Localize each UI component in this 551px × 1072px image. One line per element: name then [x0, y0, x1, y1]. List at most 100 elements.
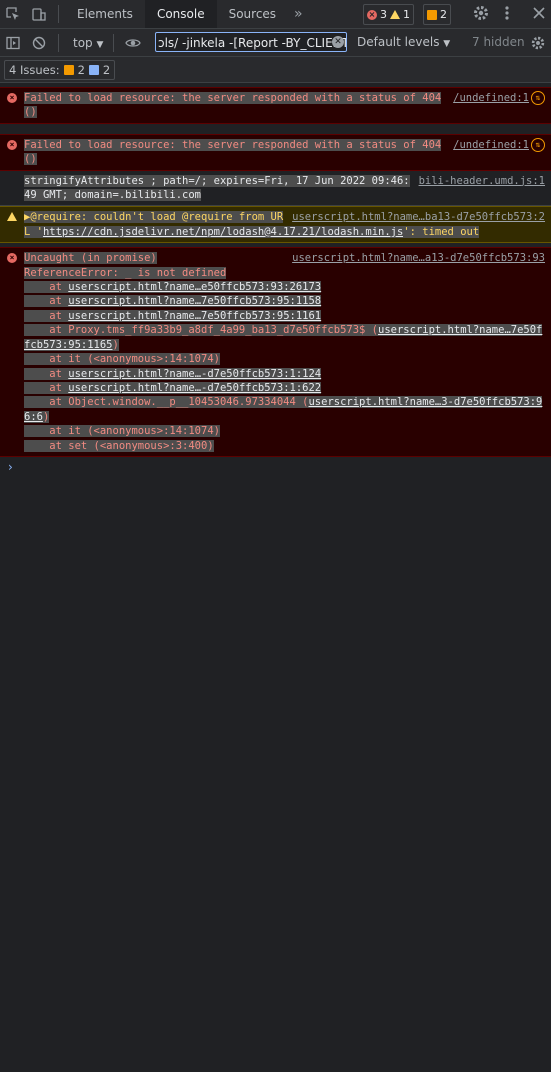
- stack-frame-text: at userscript.html?name…7e50ffcb573:95:1…: [24, 309, 322, 322]
- tab-elements[interactable]: Elements: [65, 0, 145, 28]
- error-icon: ×: [7, 253, 17, 264]
- issues-count: 2: [440, 8, 447, 21]
- message-text: Failed to load resource: the server resp…: [24, 92, 442, 119]
- console-toolbar: top ▼ ɔls/ -jinkela -[Report -BY_CLIENT …: [0, 29, 551, 57]
- sidebar-toggle-icon[interactable]: [0, 29, 26, 57]
- message-source-link[interactable]: /undefined:1 ⇅: [453, 91, 545, 105]
- more-tabs-icon[interactable]: »: [288, 6, 309, 22]
- warning-issue-icon: [63, 65, 74, 75]
- warning-icon: [390, 10, 400, 19]
- message-text: Failed to load resource: the server resp…: [24, 138, 442, 166]
- levels-label: Default levels: [357, 35, 440, 49]
- warning-count: 1: [403, 8, 410, 21]
- message-source-link[interactable]: userscript.html?name…ba13-d7e50ffcb573:2: [292, 210, 545, 224]
- divider: [113, 33, 115, 52]
- frame-source-link[interactable]: userscript.html?name…7e50ffcb573:95:1158: [68, 295, 321, 307]
- context-selector[interactable]: top ▼: [65, 36, 107, 50]
- console-filter-input[interactable]: ɔls/ -jinkela -[Report -BY_CLIENT ✕: [155, 32, 347, 52]
- message-source-link[interactable]: /undefined:1 ⇅: [453, 137, 545, 152]
- message-url-link[interactable]: https://cdn.jsdelivr.net/npm/lodash@4.17…: [42, 225, 404, 238]
- info-issue-icon: [88, 65, 99, 75]
- issues-info-count: 2: [102, 63, 111, 77]
- stack-frame-text: at userscript.html?name…7e50ffcb573:95:1…: [24, 295, 322, 308]
- console-error-message: × /undefined:1 ⇅ Failed to load resource:…: [0, 87, 551, 124]
- stack-frame: at set (<anonymous>:3:400): [24, 439, 545, 453]
- frame-prefix: at Object.window.__p__10453046.97334044 …: [24, 396, 309, 409]
- hidden-count: 7 hidden: [472, 35, 525, 49]
- console-messages: × /undefined:1 ⇅ Failed to load resource:…: [0, 87, 551, 477]
- frame-prefix: at set (<anonymous>:3:400): [24, 439, 214, 452]
- error-count: 3: [380, 8, 387, 21]
- divider: [58, 5, 59, 23]
- console-error-message: × userscript.html?name…a13-d7e50ffcb573:…: [0, 247, 551, 457]
- message-source-link[interactable]: bili-header.umd.js:1: [419, 174, 545, 188]
- clear-console-icon[interactable]: [26, 29, 52, 57]
- error-icon: ×: [7, 93, 17, 103]
- filter-value: ɔls/ -jinkela -[Report -BY_CLIENT: [158, 36, 347, 50]
- error-icon: ×: [7, 139, 17, 150]
- stack-frame: at userscript.html?name…-d7e50ffcb573:1:…: [24, 381, 545, 395]
- stack-frame-text: at Proxy.tms_ff9a33b9_a8df_4a99_ba13_d7e…: [24, 324, 543, 351]
- frame-source-link[interactable]: userscript.html?name…e50ffcb573:93:26173: [68, 281, 321, 293]
- stack-frame-text: at userscript.html?name…-d7e50ffcb573:1:…: [24, 381, 322, 394]
- context-value: top: [73, 35, 93, 50]
- network-request-icon[interactable]: ⇅: [531, 137, 545, 152]
- frame-prefix: at: [24, 295, 69, 308]
- issues-counter[interactable]: 2: [423, 4, 451, 25]
- stack-frame: at it (<anonymous>:14:1074): [24, 424, 545, 438]
- frame-prefix: at Proxy.tms_ff9a33b9_a8df_4a99_ba13_d7e…: [24, 324, 379, 337]
- message-text: Uncaught (in promise): [24, 252, 157, 265]
- frame-source-link[interactable]: userscript.html?name…-d7e50ffcb573:1:124: [68, 368, 321, 380]
- network-request-icon[interactable]: ⇅: [531, 91, 545, 105]
- frame-source-link[interactable]: userscript.html?name…7e50ffcb573:95:1161: [68, 310, 321, 322]
- frame-suffix: ): [42, 410, 50, 423]
- issues-button[interactable]: 4 Issues: 2 2: [4, 60, 116, 80]
- warning-icon: [7, 212, 17, 222]
- stack-frame: at userscript.html?name…e50ffcb573:93:26…: [24, 280, 545, 294]
- error-detail: ReferenceError: _ is not defined: [24, 266, 227, 279]
- prompt-chevron-icon: ›: [8, 459, 13, 474]
- stack-frame: at Object.window.__p__10453046.97334044 …: [24, 395, 545, 424]
- frame-prefix: at: [24, 381, 69, 394]
- message-text-suffix: ': timed out: [403, 225, 480, 238]
- log-levels-dropdown[interactable]: Default levels ▼: [357, 29, 450, 56]
- inspect-element-icon[interactable]: [0, 0, 26, 28]
- frame-source-link[interactable]: userscript.html?name…-d7e50ffcb573:1:622: [68, 382, 321, 394]
- settings-gear-icon[interactable]: [472, 4, 490, 25]
- clear-filter-icon[interactable]: ✕: [332, 36, 344, 48]
- tab-console[interactable]: Console: [144, 0, 217, 28]
- frame-prefix: at it (<anonymous>:14:1074): [24, 353, 220, 366]
- error-icon: ×: [367, 9, 377, 20]
- console-error-message: × /undefined:1 ⇅ Failed to load resource:…: [0, 133, 551, 171]
- issues-warn-count: 2: [77, 63, 85, 77]
- frame-prefix: at: [24, 367, 69, 380]
- frame-prefix: at it (<anonymous>:14:1074): [24, 425, 220, 438]
- stack-frame: at userscript.html?name…7e50ffcb573:95:1…: [24, 309, 545, 323]
- chevron-down-icon: ▼: [96, 39, 104, 50]
- stack-frame-text: at Object.window.__p__10453046.97334044 …: [24, 396, 543, 423]
- divider: [58, 33, 59, 52]
- stack-trace: at userscript.html?name…e50ffcb573:93:26…: [24, 280, 545, 453]
- console-log-message: bili-header.umd.js:1 stringifyAttributes…: [0, 170, 551, 207]
- issue-icon: [427, 9, 437, 20]
- close-devtools-icon[interactable]: [532, 4, 546, 25]
- message-source-link[interactable]: userscript.html?name…a13-d7e50ffcb573:93: [292, 251, 545, 265]
- device-toolbar-icon[interactable]: [26, 0, 52, 28]
- devtools-tabbar: Elements Console Sources » × 3 1 2: [0, 0, 551, 29]
- console-settings-gear-icon[interactable]: [530, 35, 546, 54]
- issues-label: 4 Issues:: [9, 63, 60, 77]
- stack-frame-text: at set (<anonymous>:3:400): [24, 439, 214, 452]
- more-options-icon[interactable]: [504, 4, 510, 25]
- stack-frame-text: at userscript.html?name…e50ffcb573:93:26…: [24, 281, 322, 294]
- issues-bar: 4 Issues: 2 2: [0, 57, 551, 83]
- tab-sources[interactable]: Sources: [217, 0, 288, 28]
- frame-prefix: at: [24, 309, 69, 322]
- frame-prefix: at: [24, 281, 69, 294]
- stack-frame-text: at userscript.html?name…-d7e50ffcb573:1:…: [24, 367, 322, 380]
- stack-frame: at Proxy.tms_ff9a33b9_a8df_4a99_ba13_d7e…: [24, 323, 545, 352]
- chevron-down-icon: ▼: [443, 39, 451, 49]
- live-expression-eye-icon[interactable]: [120, 29, 146, 57]
- error-warning-counter[interactable]: × 3 1: [363, 4, 414, 25]
- console-prompt[interactable]: ›: [0, 457, 551, 477]
- stack-frame: at userscript.html?name…-d7e50ffcb573:1:…: [24, 367, 545, 381]
